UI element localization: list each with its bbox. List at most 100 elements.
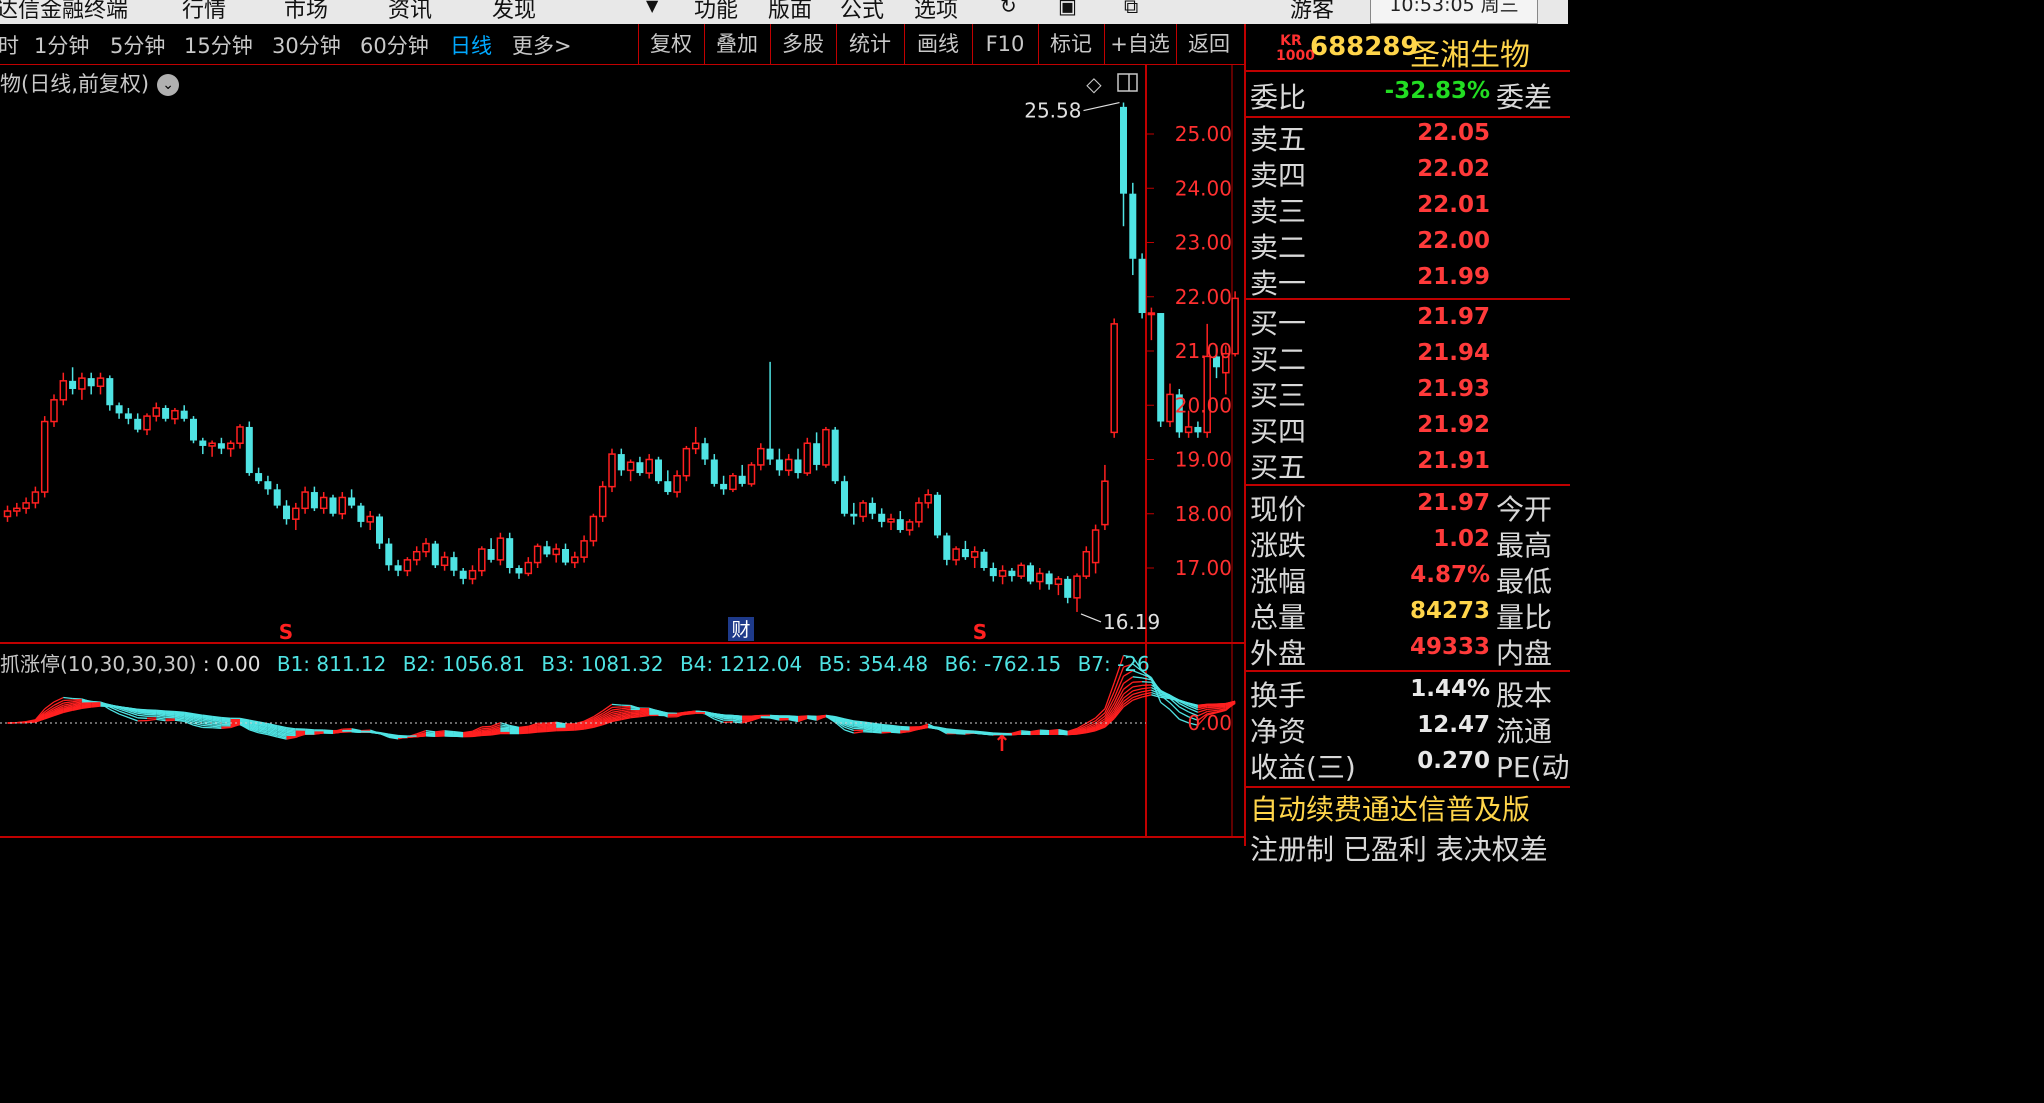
chevron-down-icon[interactable]: ▼ [646,0,658,15]
candle [124,407,132,425]
menu-quotes[interactable]: 行情 [182,0,226,24]
indicator-line-segment [611,703,622,706]
quote-value: 49333 [1409,634,1490,660]
multi-stock-button[interactable]: 多股 [770,24,835,64]
ad-banner[interactable]: 自动续费通达信普及版 [1250,788,1530,828]
add-watchlist-button[interactable]: +自选 [1104,24,1175,64]
draw-line-button[interactable]: 画线 [904,24,971,64]
candle-body [348,497,356,506]
sell-row[interactable]: 卖三 22.01 [1246,190,1570,228]
candle-body [143,415,151,431]
period-toolbar: 时 1分钟 5分钟 15分钟 30分钟 60分钟 日线 更多> 复权 叠加 多股… [0,24,1244,65]
period-tick[interactable]: 时 [0,30,19,60]
candle-body [720,483,728,490]
price-tick-label: 20.00 [1175,393,1232,417]
candle [459,568,467,585]
period-30min[interactable]: 30分钟 [272,30,341,60]
candle-body [598,485,607,518]
stock-code[interactable]: 688289 [1310,32,1419,62]
sell-row[interactable]: 卖五 22.05 [1246,118,1570,156]
candle-body [841,481,848,514]
candle [841,475,848,517]
candle [1054,576,1063,596]
candle-body [301,491,309,510]
period-60min[interactable]: 60分钟 [360,30,429,60]
refresh-icon[interactable]: ↻ [1000,0,1017,18]
candle-body [273,489,281,506]
indicator-line-segment [1132,691,1143,696]
period-daily[interactable]: 日线 [450,30,492,60]
indicator-line-segment [305,728,315,731]
candle [152,402,161,422]
candle-body [617,454,625,471]
candle [171,407,179,425]
guest-user[interactable]: 游客 [1290,0,1334,24]
indicator-b4: B4: 1212.04 [679,652,803,676]
candle-body [682,447,691,477]
f10-button[interactable]: F10 [972,24,1037,64]
candle-body [152,407,161,417]
menu-market[interactable]: 市场 [284,0,328,24]
buy-row[interactable]: 买四 21.92 [1246,410,1570,448]
indicator-label[interactable]: 抓涨停(10,30,30,30) : 0.00 B1: 811.12 B2: 1… [0,648,1150,677]
candle-body [59,380,68,401]
indicator-line-segment [537,724,547,727]
menu-layout[interactable]: 版面 [768,0,812,24]
candle-body [1082,550,1091,577]
period-5min[interactable]: 5分钟 [110,30,165,60]
candle [868,497,876,520]
back-button[interactable]: 返回 [1176,24,1241,64]
candle [357,502,365,528]
candle-body [878,513,886,522]
save-icon[interactable]: ▣ [1058,0,1077,18]
candle-body [3,510,12,518]
indicator-line-segment [1067,733,1078,736]
indicator-line-segment [918,725,929,728]
menu-function[interactable]: 功能 [694,0,738,24]
candle [376,513,383,550]
candle [134,413,142,433]
chart-title[interactable]: 物(日线,前复权) ⌄ [0,68,180,98]
candle-body [180,410,188,419]
period-more[interactable]: 更多> [512,30,572,60]
candle-body [22,502,30,510]
candle-body [673,475,681,493]
stock-name[interactable]: 圣湘生物 [1410,30,1530,74]
indicator-line-segment [500,726,510,729]
chevron-down-icon[interactable]: ⌄ [157,74,180,96]
indicator-line-segment [481,727,492,730]
sell-row[interactable]: 卖二 22.00 [1246,226,1570,264]
indicator-line-segment [1132,688,1143,692]
buy-row[interactable]: 买五 21.91 [1246,446,1570,484]
mark-button[interactable]: 标记 [1038,24,1103,64]
adjust-button[interactable]: 复权 [638,24,703,64]
sell-row[interactable]: 卖四 22.02 [1246,154,1570,192]
fund-extra: PE(动 [1496,751,1570,784]
sell-row[interactable]: 卖一 21.99 [1246,262,1570,300]
indicator-line-segment [119,706,129,709]
chart-title-text: 物(日线,前复权) [0,72,150,96]
quote-label: 总量 [1250,601,1307,634]
candle [329,494,337,517]
menu-news[interactable]: 资讯 [388,0,432,24]
candle [980,549,988,571]
buy-row[interactable]: 买三 21.93 [1246,374,1570,412]
menu-discover[interactable]: 发现 [492,0,536,24]
candle [784,454,793,476]
candle [598,481,607,522]
period-1min[interactable]: 1分钟 [34,30,89,60]
kline-chart[interactable]: ↑ 25.00 24.00 23.00 22.00 21.00 20.00 19.00 18.… [0,65,1244,846]
buy-row[interactable]: 买一 21.97 [1246,302,1570,340]
buy-row[interactable]: 买二 21.94 [1246,338,1570,376]
overlay-button[interactable]: 叠加 [704,24,769,64]
window-icon[interactable]: ⧉ [1124,0,1138,18]
period-15min[interactable]: 15分钟 [184,30,253,60]
indicator-line-segment [723,721,733,724]
candle-body [1166,393,1174,423]
indicator-line-segment [323,729,334,732]
menu-formula[interactable]: 公式 [840,0,884,24]
indicator-line-segment [1021,730,1031,733]
statistics-button[interactable]: 统计 [836,24,903,64]
menu-options[interactable]: 选项 [914,0,958,24]
candle-body [868,502,876,514]
